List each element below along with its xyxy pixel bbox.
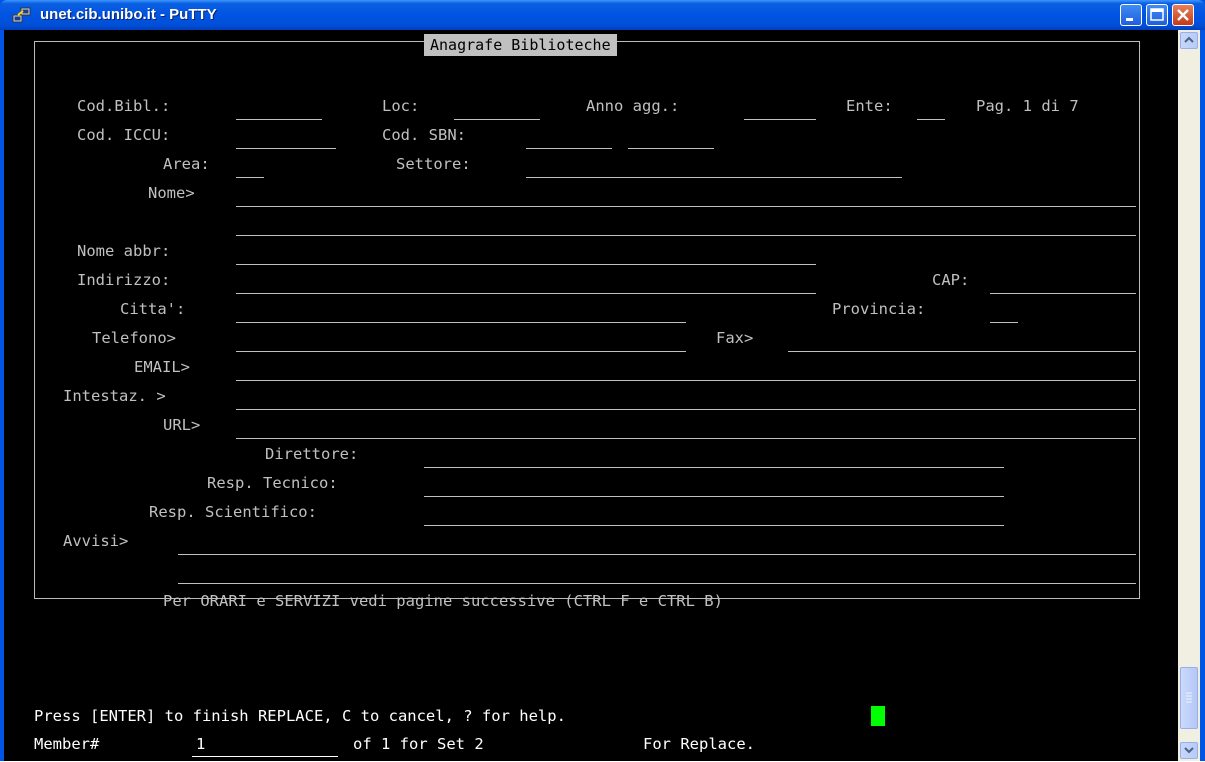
provincia-field[interactable] [990, 322, 1018, 323]
cod-bibl-label: Cod.Bibl.: [77, 97, 171, 115]
avvisi-label: Avvisi> [63, 532, 129, 550]
nome-label: Nome> [148, 184, 195, 202]
window-title: unet.cib.unibo.it - PuTTY [40, 6, 217, 23]
cap-label: CAP: [932, 271, 970, 289]
loc-field[interactable] [454, 119, 540, 120]
resp-tecnico-label: Resp. Tecnico: [207, 474, 338, 492]
title-bar[interactable]: unet.cib.unibo.it - PuTTY [0, 0, 1205, 30]
fax-field[interactable] [788, 351, 1136, 352]
close-button[interactable] [1172, 4, 1194, 26]
settore-field[interactable] [526, 177, 902, 178]
provincia-label: Provincia: [832, 300, 926, 318]
nome-abbr-label: Nome abbr: [77, 242, 171, 260]
avvisi-field-1[interactable] [178, 554, 1136, 555]
member-number-input[interactable]: 1 [196, 734, 205, 754]
indirizzo-field[interactable] [236, 293, 816, 294]
citta-field[interactable] [236, 322, 686, 323]
scrollbar-thumb[interactable] [1180, 667, 1198, 729]
minimize-icon [1126, 18, 1133, 21]
area-field[interactable] [236, 177, 264, 178]
nome-field-2[interactable] [236, 235, 1136, 236]
mode-indicator: For Replace. [643, 735, 755, 753]
email-label: EMAIL> [134, 358, 190, 376]
anno-agg-field[interactable] [744, 119, 816, 120]
indirizzo-label: Indirizzo: [77, 271, 171, 289]
text-cursor[interactable] [871, 706, 885, 726]
resp-tecnico-field[interactable] [424, 496, 1004, 497]
ente-field[interactable] [917, 119, 945, 120]
cod-iccu-field[interactable] [236, 148, 336, 149]
intestaz-field[interactable] [236, 409, 1136, 410]
putty-app-icon[interactable] [12, 6, 32, 24]
cod-sbn-field-1[interactable] [526, 148, 612, 149]
member-label: Member# [34, 735, 100, 753]
intestaz-label: Intestaz. > [63, 387, 166, 405]
telefono-label: Telefono> [92, 329, 176, 347]
footer-note: Per ORARI e SERVIZI vedi pagine successi… [163, 592, 723, 610]
cod-bibl-field[interactable] [236, 119, 322, 120]
telefono-field[interactable] [236, 351, 686, 352]
nome-field-1[interactable] [236, 206, 1136, 207]
window-frame-right [1200, 30, 1205, 761]
citta-label: Citta': [120, 300, 186, 318]
url-field[interactable] [236, 438, 1136, 439]
resp-scientifico-field[interactable] [424, 525, 1004, 526]
fax-label: Fax> [716, 329, 754, 347]
direttore-label: Direttore: [265, 445, 359, 463]
email-field[interactable] [236, 380, 1136, 381]
avvisi-field-2[interactable] [178, 583, 1136, 584]
vertical-scrollbar[interactable] [1178, 30, 1200, 761]
cod-iccu-label: Cod. ICCU: [77, 126, 171, 144]
grip-icon [1186, 692, 1192, 703]
form-title: Anagrafe Biblioteche [424, 34, 617, 56]
maximize-icon [1150, 8, 1164, 21]
cod-sbn-label: Cod. SBN: [382, 126, 466, 144]
member-input-underline [192, 756, 338, 757]
loc-label: Loc: [382, 97, 420, 115]
chevron-down-icon [1184, 747, 1194, 754]
cap-field[interactable] [990, 293, 1136, 294]
scroll-down-button[interactable] [1180, 742, 1198, 759]
chevron-up-icon [1184, 36, 1194, 43]
command-prompt: Press [ENTER] to finish REPLACE, C to ca… [34, 707, 566, 725]
putty-window: unet.cib.unibo.it - PuTTY Anagrafe Bibli… [0, 0, 1205, 761]
minimize-button[interactable] [1120, 4, 1142, 26]
url-label: URL> [163, 416, 201, 434]
page-indicator: Pag. 1 di 7 [976, 97, 1079, 115]
nome-abbr-field[interactable] [236, 264, 816, 265]
set-info: of 1 for Set 2 [353, 735, 484, 753]
area-label: Area: [163, 155, 210, 173]
anno-agg-label: Anno agg.: [586, 97, 680, 115]
settore-label: Settore: [396, 155, 471, 173]
scroll-up-button[interactable] [1180, 32, 1198, 49]
direttore-field[interactable] [424, 467, 1004, 468]
maximize-button[interactable] [1146, 4, 1168, 26]
cod-sbn-field-2[interactable] [628, 148, 714, 149]
resp-scientifico-label: Resp. Scientifico: [149, 503, 317, 521]
ente-label: Ente: [846, 97, 893, 115]
close-icon [1177, 9, 1189, 21]
